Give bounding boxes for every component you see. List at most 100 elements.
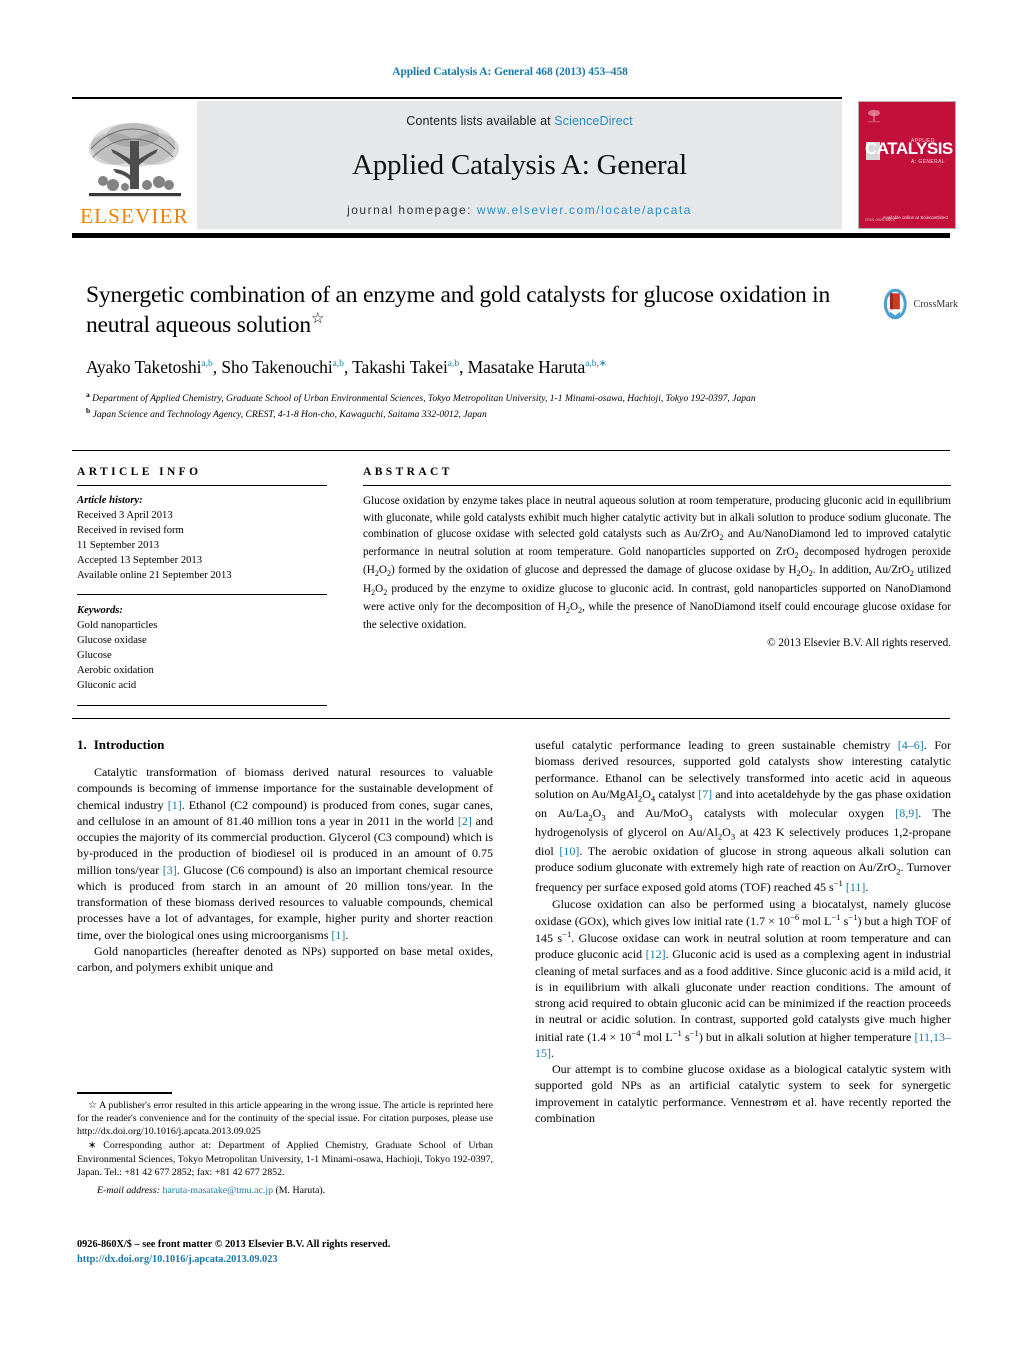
abstract-column: ABSTRACT Glucose oxidation by enzyme tak… [363, 466, 951, 649]
paragraph: useful catalytic performance leading to … [535, 738, 951, 895]
author-name: Ayako Taketoshi [86, 356, 202, 377]
citation-link[interactable]: [3] [163, 863, 177, 877]
cover-elsevier-tree-icon [868, 109, 880, 123]
citation-link[interactable]: [8,9] [895, 806, 918, 820]
history-item: Accepted 13 September 2013 [77, 555, 203, 567]
article-history-block: Article history: Received 3 April 2013 R… [77, 493, 327, 583]
article-body: 1. Introduction Catalytic transformation … [77, 737, 951, 1297]
crossmark-badge[interactable]: CrossMark [880, 283, 958, 325]
author-name: Sho Takenouchi [221, 356, 333, 377]
footnote-rule [77, 1092, 172, 1094]
email-label: E-mail address: [97, 1185, 160, 1197]
author-affiliation-marks: a,b [201, 358, 213, 369]
journal-cover-thumbnail: CATALYSIS APPLIED A: GENERAL ISSN 0926-8… [858, 101, 956, 229]
author-affiliation-marks: a,b,∗ [585, 358, 607, 369]
title-block: Synergetic combination of an enzyme and … [86, 281, 876, 423]
paragraph: Our attempt is to combine glucose oxidas… [535, 1062, 951, 1125]
citation-link[interactable]: [11] [846, 880, 866, 894]
author-affiliation-marks: a,b [332, 358, 344, 369]
running-head: Applied Catalysis A: General 468 (2013) … [392, 66, 628, 78]
journal-title: Applied Catalysis A: General [351, 149, 688, 181]
author-name: Masatake Haruta [467, 356, 586, 377]
abstract-divider [363, 485, 951, 486]
contents-prefix: Contents lists available at [406, 114, 555, 128]
section-number: 1. [77, 737, 87, 752]
keywords-bottom-divider [77, 705, 327, 707]
citation-link[interactable]: [7] [698, 787, 712, 801]
abstract-copyright: © 2013 Elsevier B.V. All rights reserved… [767, 636, 951, 649]
section-heading-introduction: 1. Introduction [77, 737, 493, 753]
affiliation-list: a Department of Applied Chemistry, Gradu… [86, 390, 876, 422]
masthead-bottom-rule [72, 233, 950, 238]
author-list: Ayako Taketoshia,b, Sho Takenouchia,b, T… [86, 356, 607, 377]
keyword-item: Gluconic acid [77, 680, 137, 692]
paragraph: Catalytic transformation of biomass deri… [77, 765, 494, 942]
doi-link[interactable]: http://dx.doi.org/10.1016/j.apcata.2013.… [77, 1253, 507, 1268]
keywords-label: Keywords: [77, 605, 123, 617]
article-info-column: ARTICLE INFO Article history: Received 3… [77, 466, 327, 707]
paragraph: Glucose oxidation can also be performed … [535, 896, 951, 1060]
footnote-area: ☆ A publisher's error resulted in this a… [77, 1092, 493, 1196]
citation-link[interactable]: [4–6] [898, 738, 924, 752]
cover-footer-note: Available online at ScienceDirect [882, 215, 948, 220]
author-affiliation-marks: a,b [447, 358, 460, 369]
citation-link[interactable]: [2] [458, 814, 472, 828]
imprint-block: 0926-860X/$ – see front matter © 2013 El… [77, 1238, 507, 1268]
abstract-heading: ABSTRACT [363, 466, 453, 478]
article-info-divider [77, 485, 327, 486]
abstract-text: Glucose oxidation by enzyme takes place … [363, 495, 951, 631]
history-item: 11 September 2013 [77, 540, 159, 552]
history-item: Received in revised form [77, 525, 184, 537]
affiliation-marker: a [86, 390, 90, 400]
email-suffix: (M. Haruta). [275, 1185, 326, 1197]
cover-subtitle-bottom: A: GENERAL [911, 159, 946, 165]
cover-title: CATALYSIS [865, 139, 953, 158]
footnote-corresponding-author: ∗ Corresponding author at: Department of… [77, 1140, 493, 1178]
keyword-item: Gold nanoparticles [77, 620, 158, 632]
contents-available-line: Contents lists available at ScienceDirec… [406, 114, 632, 128]
page-title: Synergetic combination of an enzyme and … [86, 281, 876, 341]
body-column-left: 1. Introduction Catalytic transformation … [77, 737, 493, 975]
history-item: Available online 21 September 2013 [77, 570, 232, 582]
elsevier-logo: ELSEVIER [72, 101, 197, 229]
sciencedirect-link[interactable]: ScienceDirect [554, 114, 632, 128]
history-item: Received 3 April 2013 [77, 510, 173, 522]
affiliation-text: Department of Applied Chemistry, Graduat… [92, 393, 756, 405]
abstract-bottom-rule [72, 718, 950, 719]
footnote-publisher-note: ☆ A publisher's error resulted in this a… [77, 1099, 493, 1138]
cover-subtitle-top: APPLIED [911, 138, 935, 144]
paragraph: Gold nanoparticles (hereafter denoted as… [77, 943, 493, 974]
crossmark-label: CrossMark [913, 298, 958, 310]
title-text: Synergetic combination of an enzyme and … [86, 282, 831, 339]
journal-band: Contents lists available at ScienceDirec… [197, 101, 842, 229]
affiliation-item: a Department of Applied Chemistry, Gradu… [86, 390, 876, 406]
journal-masthead: ELSEVIER Contents lists available at Sci… [72, 97, 842, 229]
journal-homepage-line: journal homepage: www.elsevier.com/locat… [347, 203, 692, 217]
elsevier-tree-icon [83, 119, 187, 205]
citation-link[interactable]: [1] [168, 798, 182, 812]
citation-link[interactable]: [1] [331, 928, 345, 942]
journal-homepage-link[interactable]: www.elsevier.com/locate/apcata [477, 203, 692, 217]
footnote-email-line: E-mail address: haruta-masatake@tmu.ac.j… [77, 1185, 493, 1196]
keyword-item: Glucose oxidase [77, 635, 147, 647]
journal-article-page: Applied Catalysis A: General 468 (2013) … [0, 0, 1020, 1351]
keywords-block: Keywords: Gold nanoparticles Glucose oxi… [77, 603, 327, 693]
title-footnote-marker[interactable]: ☆ [311, 311, 324, 327]
email-link[interactable]: haruta-masatake@tmu.ac.jp [162, 1185, 273, 1196]
elsevier-wordmark: ELSEVIER [80, 204, 189, 228]
citation-link[interactable]: [10] [559, 844, 579, 858]
article-history-label: Article history: [77, 495, 143, 506]
citation-link[interactable]: [11,13–15] [535, 1030, 951, 1060]
body-column-right: useful catalytic performance leading to … [535, 737, 951, 1126]
citation-link[interactable]: [12] [646, 947, 666, 961]
keyword-item: Aerobic oxidation [77, 665, 154, 677]
affiliation-item: b Japan Science and Technology Agency, C… [86, 406, 876, 422]
crossmark-icon [883, 288, 907, 320]
keywords-divider [77, 594, 327, 596]
section-title: Introduction [93, 737, 165, 752]
author-name: Takashi Takei [352, 356, 448, 377]
keyword-item: Glucose [77, 650, 112, 662]
affiliation-marker: b [86, 406, 91, 416]
info-section-top-rule [72, 450, 950, 451]
imprint-copyright: 0926-860X/$ – see front matter © 2013 El… [77, 1239, 391, 1250]
